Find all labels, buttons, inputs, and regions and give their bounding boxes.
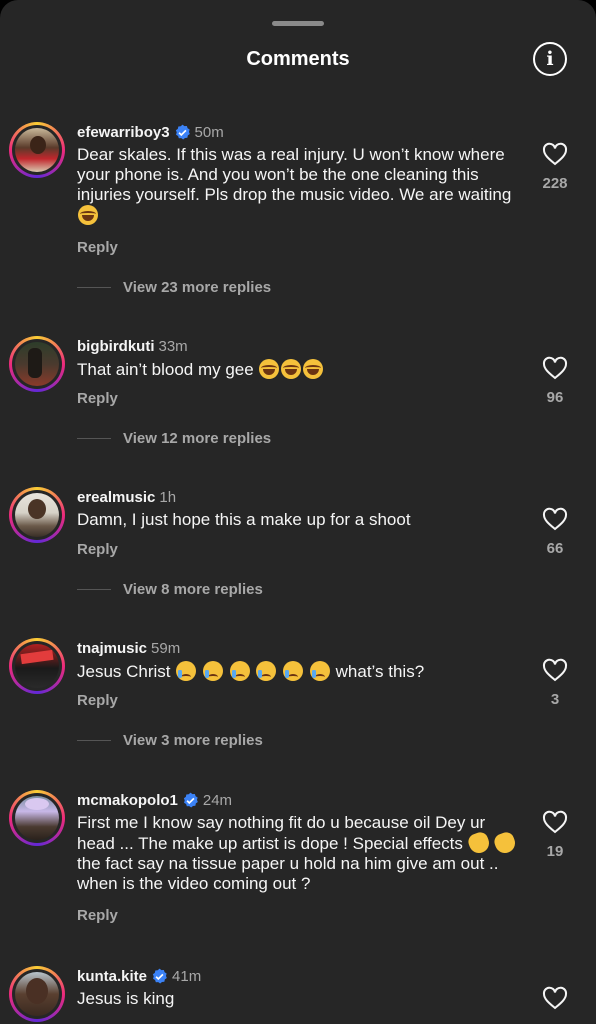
heart-outline-icon — [542, 507, 568, 531]
comment-time: 41m — [172, 967, 202, 985]
verified-badge-icon — [183, 792, 198, 808]
avatar[interactable] — [9, 966, 65, 1022]
like-count: 19 — [546, 843, 564, 860]
crying-emoji-icon — [176, 661, 197, 681]
like-button[interactable]: 3 — [533, 658, 577, 708]
heart-outline-icon — [542, 356, 568, 380]
view-replies-button[interactable]: View 8 more replies — [77, 579, 263, 599]
view-replies-button[interactable]: View 3 more replies — [77, 730, 263, 750]
info-icon[interactable]: i — [533, 42, 567, 76]
comment-text: Damn, I just hope this a make up for a s… — [77, 510, 411, 529]
comment-text: That ain’t blood my gee — [77, 359, 517, 380]
like-count: 3 — [550, 691, 560, 708]
comment-username[interactable]: efewarriboy3 — [77, 124, 170, 141]
comment-username[interactable]: mcmakopolo1 — [77, 792, 178, 809]
comment-time: 50m — [194, 123, 224, 141]
clapping-hands-emoji-icon — [465, 830, 492, 856]
laughing-emoji-icon — [281, 359, 302, 379]
comment-text: Jesus Christ what’s this? — [77, 661, 425, 681]
like-button[interactable] — [533, 986, 577, 1010]
view-replies-button[interactable]: View 23 more replies — [77, 277, 271, 297]
comment-time: 33m — [158, 337, 188, 355]
avatar[interactable] — [9, 122, 65, 178]
comment-username[interactable]: bigbirdkuti — [77, 338, 155, 355]
view-replies-button[interactable]: View 12 more replies — [77, 428, 271, 448]
crying-emoji-icon — [283, 661, 304, 681]
heart-outline-icon — [542, 658, 568, 682]
sheet-title: Comments — [246, 48, 350, 70]
crying-emoji-icon — [256, 661, 277, 681]
comment-text: Jesus is king — [77, 989, 175, 1008]
like-count: 66 — [546, 540, 564, 557]
reply-button[interactable]: Reply — [77, 541, 118, 558]
laughing-emoji-icon — [259, 359, 280, 379]
like-button[interactable]: 96 — [533, 356, 577, 406]
like-count: 96 — [546, 389, 564, 406]
laughing-emoji-icon — [78, 205, 98, 225]
heart-outline-icon — [542, 810, 568, 834]
reply-button[interactable]: Reply — [77, 907, 118, 924]
verified-badge-icon — [152, 968, 167, 984]
reply-button[interactable]: Reply — [77, 692, 118, 709]
avatar[interactable] — [9, 790, 65, 846]
avatar[interactable] — [9, 336, 65, 392]
like-button[interactable]: 228 — [533, 142, 577, 192]
like-count: 228 — [542, 175, 568, 192]
like-button[interactable]: 66 — [533, 507, 577, 557]
verified-badge-icon — [175, 124, 190, 140]
crying-emoji-icon — [229, 661, 250, 681]
comment-username[interactable]: kunta.kite — [77, 968, 147, 985]
comment-username[interactable]: tnajmusic — [77, 640, 147, 657]
crying-emoji-icon — [202, 661, 223, 681]
heart-outline-icon — [542, 986, 568, 1010]
heart-outline-icon — [542, 142, 568, 166]
avatar[interactable] — [9, 487, 65, 543]
drag-handle[interactable] — [272, 21, 324, 26]
comments-sheet: Comments i efewarriboy3 50m Dear skales.… — [0, 0, 596, 1024]
comment-username[interactable]: erealmusic — [77, 489, 155, 506]
comment-time: 59m — [151, 639, 181, 657]
crying-emoji-icon — [309, 661, 330, 681]
reply-button[interactable]: Reply — [77, 239, 118, 256]
comment-time: 24m — [202, 791, 233, 809]
like-button[interactable]: 19 — [533, 810, 577, 860]
clapping-hands-emoji-icon — [492, 830, 519, 856]
laughing-emoji-icon — [303, 359, 324, 379]
comment-text: Dear skales. If this was a real injury. … — [77, 145, 517, 226]
reply-button[interactable]: Reply — [77, 390, 118, 407]
avatar[interactable] — [9, 638, 65, 694]
comment-time: 1h — [159, 488, 177, 506]
comment-text: First me I know say nothing fit do u bec… — [77, 813, 519, 894]
